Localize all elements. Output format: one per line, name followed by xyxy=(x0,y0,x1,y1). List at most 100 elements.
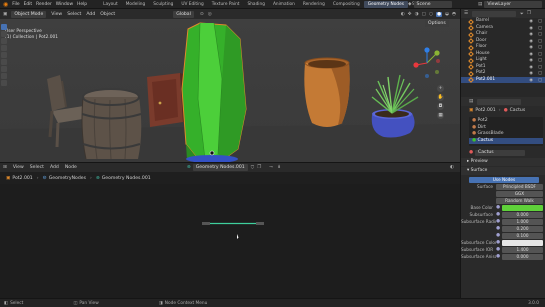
grid-view-icon[interactable]: ▦ xyxy=(437,112,444,119)
menu-help[interactable]: Help xyxy=(77,2,87,7)
node-tree-selector[interactable]: Geometry Nodes.001 xyxy=(192,164,248,171)
outliner-search[interactable] xyxy=(472,10,517,17)
menu-render[interactable]: Render xyxy=(36,2,52,7)
properties-type-icon[interactable]: ▤ xyxy=(469,99,473,104)
material-browse-icon[interactable]: ● xyxy=(469,150,473,155)
breadcrumb-object[interactable]: Pot2.001 xyxy=(12,176,32,181)
vp-menu-select[interactable]: Select xyxy=(67,12,81,17)
vp-menu-add[interactable]: Add xyxy=(86,12,95,17)
socket-icon[interactable]: ● xyxy=(496,232,500,239)
blender-logo-icon[interactable]: ◉ xyxy=(3,1,8,8)
tab-modeling[interactable]: Modeling xyxy=(122,1,150,8)
cursor-tool-icon[interactable] xyxy=(1,31,7,37)
scale-tool-icon[interactable] xyxy=(1,52,7,58)
rendered-shading-icon[interactable]: ◓ xyxy=(452,12,456,17)
tab-compositing[interactable]: Compositing xyxy=(329,1,364,8)
shader-field-value[interactable]: 0.200 xyxy=(502,225,543,232)
options-dropdown[interactable]: Options xyxy=(425,20,449,27)
ne-menu-view[interactable]: View xyxy=(13,165,24,170)
3d-viewport[interactable]: User Perspective (1) Collection | Pot2.0… xyxy=(0,19,460,162)
vp-menu-view[interactable]: View xyxy=(51,12,62,17)
menu-window[interactable]: Window xyxy=(56,2,73,7)
preview-panel[interactable]: ▸ Preview xyxy=(461,158,545,166)
tab-shading[interactable]: Shading xyxy=(243,1,268,8)
node-editor-type-icon[interactable]: ⊞ xyxy=(3,165,7,170)
props-object-name[interactable]: Pot2.001 xyxy=(475,108,495,113)
use-nodes-button[interactable]: Use Nodes xyxy=(469,176,539,183)
material-slot[interactable]: ● Cactus xyxy=(469,137,543,144)
menu-file[interactable]: File xyxy=(12,2,19,7)
surface-shader-dropdown[interactable]: Principled BSDF xyxy=(496,183,543,190)
shader-field-value[interactable]: 0.100 xyxy=(502,232,543,239)
pan-hand-icon[interactable]: ✋ xyxy=(437,94,444,101)
group-input-node[interactable] xyxy=(202,222,210,225)
visibility-icon[interactable]: ◐ xyxy=(401,12,405,17)
view-layer-field[interactable]: ViewLayer xyxy=(484,1,543,8)
transform-tool-icon[interactable] xyxy=(1,59,7,65)
breadcrumb-tree[interactable]: Geometry Nodes.001 xyxy=(102,176,151,181)
shader-field-value[interactable] xyxy=(502,204,543,211)
xray-icon[interactable]: ▢ xyxy=(422,12,426,17)
material-name-field[interactable]: Cactus xyxy=(475,149,526,156)
overlays-node-icon[interactable]: ◐ xyxy=(450,165,454,170)
shader-field-value[interactable]: 0.000 xyxy=(502,211,543,218)
vp-menu-object[interactable]: Object xyxy=(100,12,115,17)
rotate-tool-icon[interactable] xyxy=(1,45,7,51)
menu-edit[interactable]: Edit xyxy=(24,2,33,7)
socket-icon[interactable]: ● xyxy=(496,225,500,232)
annotate-tool-icon[interactable] xyxy=(1,66,7,72)
socket-icon[interactable]: ● xyxy=(496,239,500,246)
mode-dropdown[interactable]: Object Mode xyxy=(11,10,47,18)
wireframe-shading-icon[interactable]: ○ xyxy=(429,12,433,17)
tab-geometry-nodes[interactable]: Geometry Nodes xyxy=(363,0,408,8)
ne-menu-select[interactable]: Select xyxy=(30,165,44,170)
shader-field-value[interactable]: 1.400 xyxy=(502,246,543,253)
render-camera-icon[interactable]: ▢ xyxy=(538,78,542,85)
outliner-item[interactable]: Pot2.001 ◉ ▢ xyxy=(461,76,545,85)
scene-selector[interactable]: ◆ Scene xyxy=(408,1,452,8)
tab-uv-editing[interactable]: UV Editing xyxy=(177,1,207,8)
new-collection-icon[interactable]: ❐ xyxy=(527,11,531,16)
socket-icon[interactable]: ● xyxy=(496,218,500,225)
breadcrumb-modifier[interactable]: GeometryNodes xyxy=(49,176,86,181)
snap-node-icon[interactable]: ⋔ xyxy=(277,165,281,170)
group-output-node[interactable] xyxy=(256,222,264,225)
solid-shading-icon[interactable]: ● xyxy=(435,11,442,17)
move-tool-icon[interactable] xyxy=(1,38,7,44)
socket-icon[interactable]: ● xyxy=(496,253,500,260)
node-canvas[interactable] xyxy=(0,184,460,298)
socket-icon[interactable]: ● xyxy=(496,211,500,218)
socket-icon[interactable]: ● xyxy=(496,246,500,253)
tab-texture-paint[interactable]: Texture Paint xyxy=(208,1,244,8)
view-layer-selector[interactable]: ▤ ViewLayer xyxy=(478,1,543,8)
fake-user-icon[interactable]: ⛉ xyxy=(251,165,254,171)
tab-layout[interactable]: Layout xyxy=(99,1,122,8)
pin-icon[interactable]: ⊸ xyxy=(269,165,273,170)
ne-menu-node[interactable]: Node xyxy=(65,165,77,170)
tab-rendering[interactable]: Rendering xyxy=(299,1,329,8)
select-tool-icon[interactable] xyxy=(1,24,7,30)
shader-field-value[interactable]: 0.000 xyxy=(502,253,543,260)
editor-type-icon[interactable]: ▣ xyxy=(3,12,7,17)
filter-icon[interactable]: ⏷ xyxy=(520,11,524,17)
new-tree-icon[interactable]: ❐ xyxy=(257,165,261,170)
properties-search[interactable] xyxy=(477,98,522,105)
material-shading-icon[interactable]: ◒ xyxy=(445,12,449,17)
add-cube-tool-icon[interactable] xyxy=(1,80,7,86)
orientation-dropdown[interactable]: Global xyxy=(173,10,194,18)
overlay-icon[interactable]: ◑ xyxy=(415,12,419,17)
gizmo-icon[interactable]: ✥ xyxy=(408,12,412,17)
camera-view-icon[interactable]: ◘ xyxy=(437,103,444,110)
surface-panel[interactable]: ▾ Surface xyxy=(461,167,545,175)
shader-field-value[interactable]: 1.000 xyxy=(502,218,543,225)
outliner-type-icon[interactable]: ☰ xyxy=(464,11,468,16)
shader-field-value[interactable] xyxy=(502,239,543,246)
tab-sculpting[interactable]: Sculpting xyxy=(149,1,177,8)
zoom-icon[interactable]: + xyxy=(437,85,444,92)
subsurface-method-dropdown[interactable]: Random Walk xyxy=(496,197,543,204)
measure-tool-icon[interactable] xyxy=(1,73,7,79)
eye-icon[interactable]: ◉ xyxy=(529,78,533,85)
props-material-path[interactable]: Cactus xyxy=(510,108,526,113)
distribution-dropdown[interactable]: GGX xyxy=(496,190,543,197)
scene-field[interactable]: Scene xyxy=(413,1,452,8)
